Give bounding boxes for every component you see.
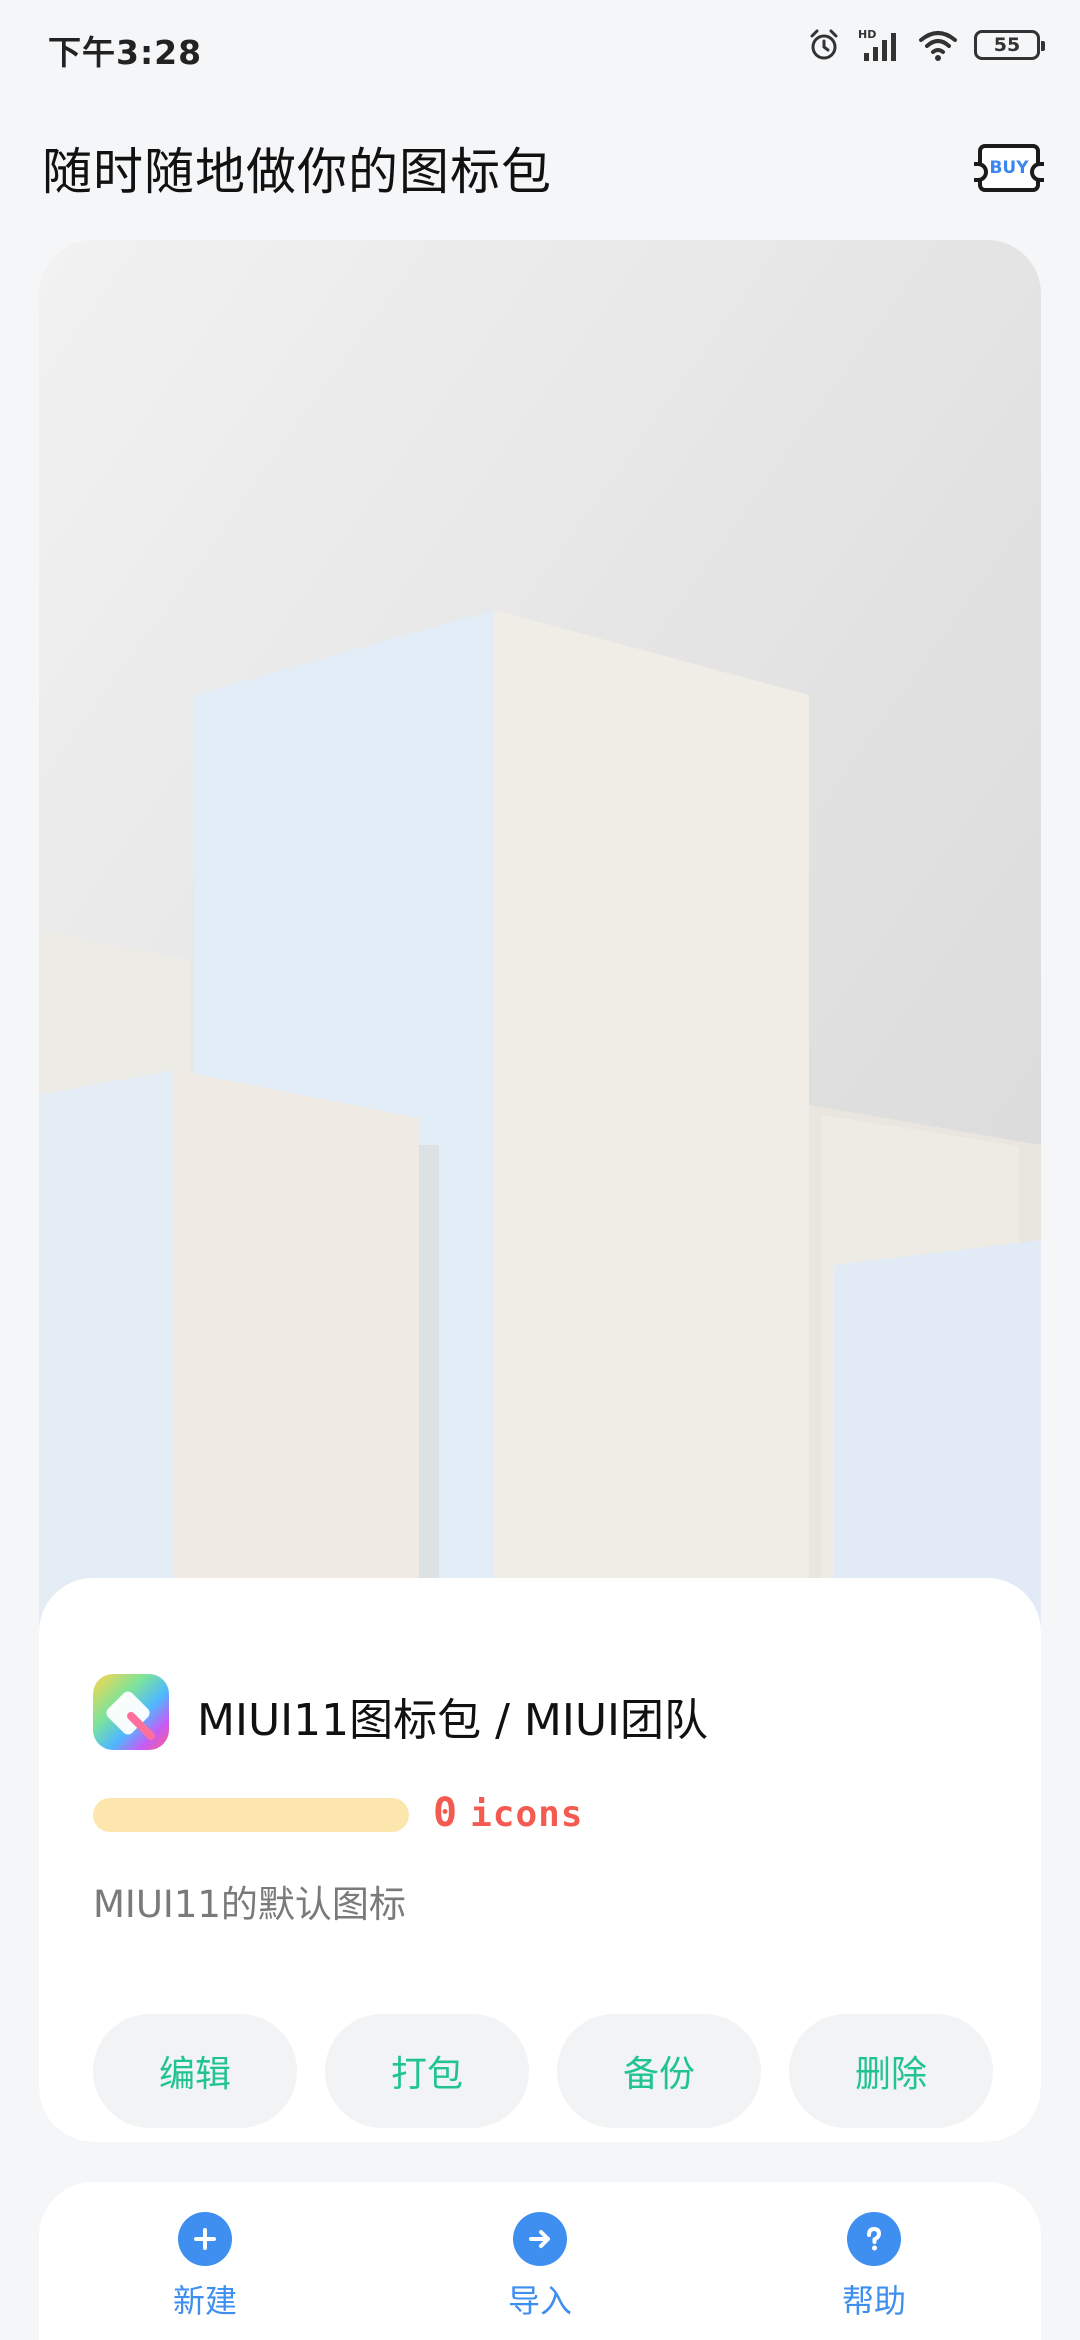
signal-icon: HD xyxy=(858,28,896,61)
new-label: 新建 xyxy=(172,2282,237,2320)
status-icons: HD 55 xyxy=(806,24,1045,66)
question-icon xyxy=(847,2212,901,2266)
backup-button[interactable]: 备份 xyxy=(557,2014,761,2128)
plus-icon xyxy=(178,2212,232,2266)
pack-title: MIUI11图标包 / MIUI团队 xyxy=(197,1695,709,1746)
alarm-icon xyxy=(810,29,838,60)
icon-count: 0 icons xyxy=(433,1790,583,1836)
buy-button[interactable]: BUY xyxy=(974,144,1044,192)
status-time: 下午3:28 xyxy=(48,33,203,72)
icon-count-unit: icons xyxy=(470,1794,584,1835)
edit-button[interactable]: 编辑 xyxy=(93,2014,297,2128)
battery-level: 55 xyxy=(993,34,1021,56)
bottom-action-bar: 新建 导入 帮助 xyxy=(39,2182,1041,2340)
hero-illustration xyxy=(39,240,1041,1640)
import-button[interactable]: 导入 xyxy=(460,2212,620,2340)
action-buttons: 编辑 打包 备份 删除 xyxy=(93,2014,993,2128)
wifi-icon xyxy=(919,31,957,61)
icon-count-value: 0 xyxy=(433,1790,459,1836)
import-label: 导入 xyxy=(507,2282,572,2320)
app-logo-icon xyxy=(93,1674,169,1750)
icon-pack-info: MIUI11图标包 / MIUI团队 0 icons MIUI11的默认图标 编辑… xyxy=(39,1578,1041,2142)
battery-icon: 55 xyxy=(974,30,1045,60)
help-label: 帮助 xyxy=(841,2282,906,2320)
pack-description: MIUI11的默认图标 xyxy=(93,1883,406,1926)
buy-label: BUY xyxy=(989,158,1029,178)
page-title: 随时随地做你的图标包 xyxy=(42,143,552,201)
icon-progress-bar xyxy=(93,1798,409,1832)
package-button[interactable]: 打包 xyxy=(325,2014,529,2128)
svg-text:HD: HD xyxy=(858,28,876,41)
new-button[interactable]: 新建 xyxy=(125,2212,285,2340)
help-button[interactable]: 帮助 xyxy=(794,2212,954,2340)
arrow-right-icon xyxy=(513,2212,567,2266)
delete-button[interactable]: 删除 xyxy=(789,2014,993,2128)
status-bar: 下午3:28 HD 55 xyxy=(0,0,1080,92)
icon-pack-card[interactable]: MIUI11图标包 / MIUI团队 0 icons MIUI11的默认图标 编辑… xyxy=(39,240,1041,2142)
